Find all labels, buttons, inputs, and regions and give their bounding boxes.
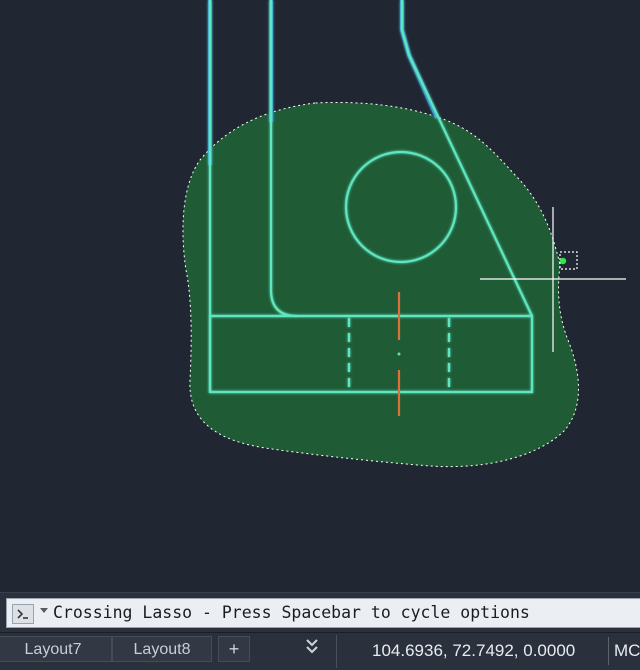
tab-layout8[interactable]: Layout8 [112,636,212,662]
drawing-canvas[interactable] [0,0,640,592]
command-line-input[interactable]: Crossing Lasso - Press Spacebar to cycle… [6,598,640,628]
center-point [397,352,401,356]
add-layout-button[interactable]: + [218,636,250,662]
status-divider [336,635,337,668]
more-tabs-chevron-icon[interactable] [302,635,322,663]
command-prompt-text: Crossing Lasso - Press Spacebar to cycle… [53,603,530,622]
model-divider [608,637,609,665]
prompt-icon[interactable] [12,604,34,624]
cursor-dot [559,257,567,265]
drawing-svg [182,0,626,468]
chevron-down-icon[interactable] [40,608,48,613]
tab-layout7[interactable]: Layout7 [0,636,112,662]
crossing-lasso-area [182,101,579,468]
model-space-button[interactable]: MC [614,633,640,668]
coordinate-readout[interactable]: 104.6936, 72.7492, 0.0000 [372,633,575,668]
command-line-bar: Crossing Lasso - Press Spacebar to cycle… [0,592,640,633]
status-bar: Layout7 Layout8 + 104.6936, 72.7492, 0.0… [0,632,640,670]
